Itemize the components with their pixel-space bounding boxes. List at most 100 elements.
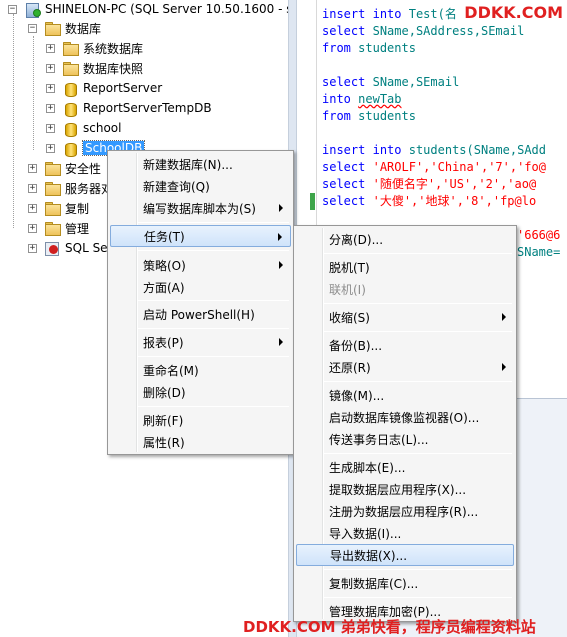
- menu-item-new-query[interactable]: 新建查询(Q): [110, 175, 291, 197]
- menu-item-facets[interactable]: 方面(A): [110, 276, 291, 298]
- tree-item-label: ReportServerTempDB: [83, 101, 212, 115]
- tree-item-reportserver[interactable]: + ReportServer: [46, 78, 162, 98]
- code-token: from: [322, 41, 351, 55]
- code-token: students: [358, 109, 416, 123]
- code-token: '大傻','地球','8','fp@lo: [372, 194, 537, 208]
- expand-icon[interactable]: +: [46, 123, 55, 133]
- menu-item-restore[interactable]: 还原(R): [296, 356, 514, 378]
- expand-icon[interactable]: +: [28, 183, 37, 193]
- menu-item-generate-scripts[interactable]: 生成脚本(E)...: [296, 456, 514, 478]
- menu-item-properties[interactable]: 属性(R): [110, 431, 291, 453]
- code-token: students: [358, 41, 416, 55]
- sql-agent-icon: [44, 241, 60, 256]
- submenu-arrow-icon: [279, 338, 283, 346]
- menu-item-mirror[interactable]: 镜像(M)...: [296, 384, 514, 406]
- menu-item-delete[interactable]: 删除(D): [110, 381, 291, 403]
- collapse-icon[interactable]: −: [8, 4, 17, 14]
- code-fragment-text: SName=: [517, 245, 561, 259]
- menu-item-policies[interactable]: 策略(O): [110, 254, 291, 276]
- submenu-arrow-icon: [502, 313, 506, 321]
- menu-item-tasks[interactable]: 任务(T): [110, 225, 291, 247]
- menu-item-register-data-tier-app[interactable]: 注册为数据层应用程序(R)...: [296, 500, 514, 522]
- server-node[interactable]: − SHINELON-PC (SQL Server 10.50.1600 - s: [8, 0, 293, 19]
- menu-item-ship-transaction-logs[interactable]: 传送事务日志(L)...: [296, 428, 514, 450]
- tree-item-security[interactable]: + 安全性: [28, 158, 101, 178]
- tree-item-reportservertempdb[interactable]: + ReportServerTempDB: [46, 98, 212, 118]
- folder-icon: [44, 161, 61, 176]
- code-token: select: [322, 75, 366, 89]
- expand-icon[interactable]: +: [46, 43, 55, 53]
- code-token: SName,SEmail: [372, 75, 460, 89]
- databases-folder-label: 数据库: [65, 21, 102, 36]
- tree-item-sql-agent[interactable]: + SQL Ser: [28, 238, 113, 258]
- menu-item-import-data[interactable]: 导入数据(I)...: [296, 522, 514, 544]
- tree-item-label: 复制: [65, 201, 90, 216]
- expand-icon[interactable]: +: [28, 163, 37, 173]
- watermark-bottom: DDKK.COM 弟弟快看，程序员编程资料站: [243, 618, 536, 636]
- code-fragment: SName=: [517, 244, 560, 261]
- menu-item-extract-data-tier-app[interactable]: 提取数据层应用程序(X)...: [296, 478, 514, 500]
- databases-folder-node[interactable]: − 数据库: [28, 18, 101, 38]
- menu-item-new-database[interactable]: 新建数据库(N)...: [110, 153, 291, 175]
- folder-icon: [44, 201, 61, 216]
- expand-icon[interactable]: +: [46, 63, 55, 73]
- code-token: 'AROLF','China','7','fo@: [372, 160, 546, 174]
- tree-item-replication[interactable]: + 复制: [28, 198, 89, 218]
- menu-item-take-offline[interactable]: 脱机(T): [296, 256, 514, 278]
- menu-separator: [138, 222, 289, 223]
- tree-item-server-objects[interactable]: + 服务器对: [28, 178, 113, 198]
- menu-item-script-database-as[interactable]: 编写数据库脚本为(S): [110, 197, 291, 219]
- menu-item-launch-mirroring-monitor[interactable]: 启动数据库镜像监视器(O)...: [296, 406, 514, 428]
- code-token: insert: [322, 7, 366, 21]
- expand-icon[interactable]: +: [28, 203, 37, 213]
- tree-item-management[interactable]: + 管理: [28, 218, 89, 238]
- code-line: select SName,SEmail: [322, 74, 459, 91]
- tree-item-label: 数据库快照: [83, 61, 144, 76]
- menu-item-copy-database[interactable]: 复制数据库(C)...: [296, 572, 514, 594]
- tree-item-system-databases[interactable]: + 系统数据库: [46, 38, 143, 58]
- menu-item-start-powershell[interactable]: 启动 PowerShell(H): [110, 303, 291, 325]
- folder-icon: [44, 21, 61, 36]
- server-label: SHINELON-PC (SQL Server 10.50.1600 - s: [45, 2, 293, 16]
- menu-item-detach[interactable]: 分离(D)...: [296, 228, 514, 250]
- expand-icon[interactable]: +: [28, 243, 37, 253]
- code-fragment: '666@6: [517, 227, 560, 244]
- code-token: select: [322, 24, 366, 38]
- menu-separator: [324, 597, 512, 598]
- tree-item-label: SQL Ser: [65, 241, 113, 255]
- expand-icon[interactable]: +: [46, 103, 55, 113]
- menu-separator: [324, 331, 512, 332]
- database-icon: [62, 141, 78, 157]
- tree-item-database-snapshots[interactable]: + 数据库快照: [46, 58, 143, 78]
- expand-icon[interactable]: +: [28, 223, 37, 233]
- tree-item-label: 管理: [65, 221, 90, 236]
- menu-item-export-data[interactable]: 导出数据(X)...: [296, 544, 514, 566]
- menu-item-bring-online[interactable]: 联机(I): [296, 278, 514, 300]
- code-token: select: [322, 177, 366, 191]
- menu-separator: [138, 406, 289, 407]
- menu-item-shrink[interactable]: 收缩(S): [296, 306, 514, 328]
- code-token: into: [372, 7, 402, 21]
- menu-item-reports[interactable]: 报表(P): [110, 331, 291, 353]
- menu-item-backup[interactable]: 备份(B)...: [296, 334, 514, 356]
- menu-separator: [324, 453, 512, 454]
- code-token: from: [322, 109, 351, 123]
- submenu-arrow-icon: [279, 204, 283, 212]
- code-line: insert into Test(名: [322, 6, 457, 23]
- menu-separator: [138, 328, 289, 329]
- tree-item-label: 安全性: [65, 161, 102, 176]
- expand-icon[interactable]: +: [46, 143, 55, 153]
- expand-icon[interactable]: +: [46, 83, 55, 93]
- submenu-arrow-icon: [278, 233, 282, 241]
- code-line: from students: [322, 40, 416, 57]
- code-line: select '随便名字','US','2','ao@: [322, 176, 536, 193]
- menu-separator: [324, 381, 512, 382]
- folder-icon: [62, 41, 79, 56]
- tree-item-school[interactable]: + school: [46, 118, 121, 138]
- menu-item-refresh[interactable]: 刷新(F): [110, 409, 291, 431]
- menu-item-rename[interactable]: 重命名(M): [110, 359, 291, 381]
- database-icon: [62, 121, 78, 137]
- collapse-icon[interactable]: −: [28, 23, 37, 33]
